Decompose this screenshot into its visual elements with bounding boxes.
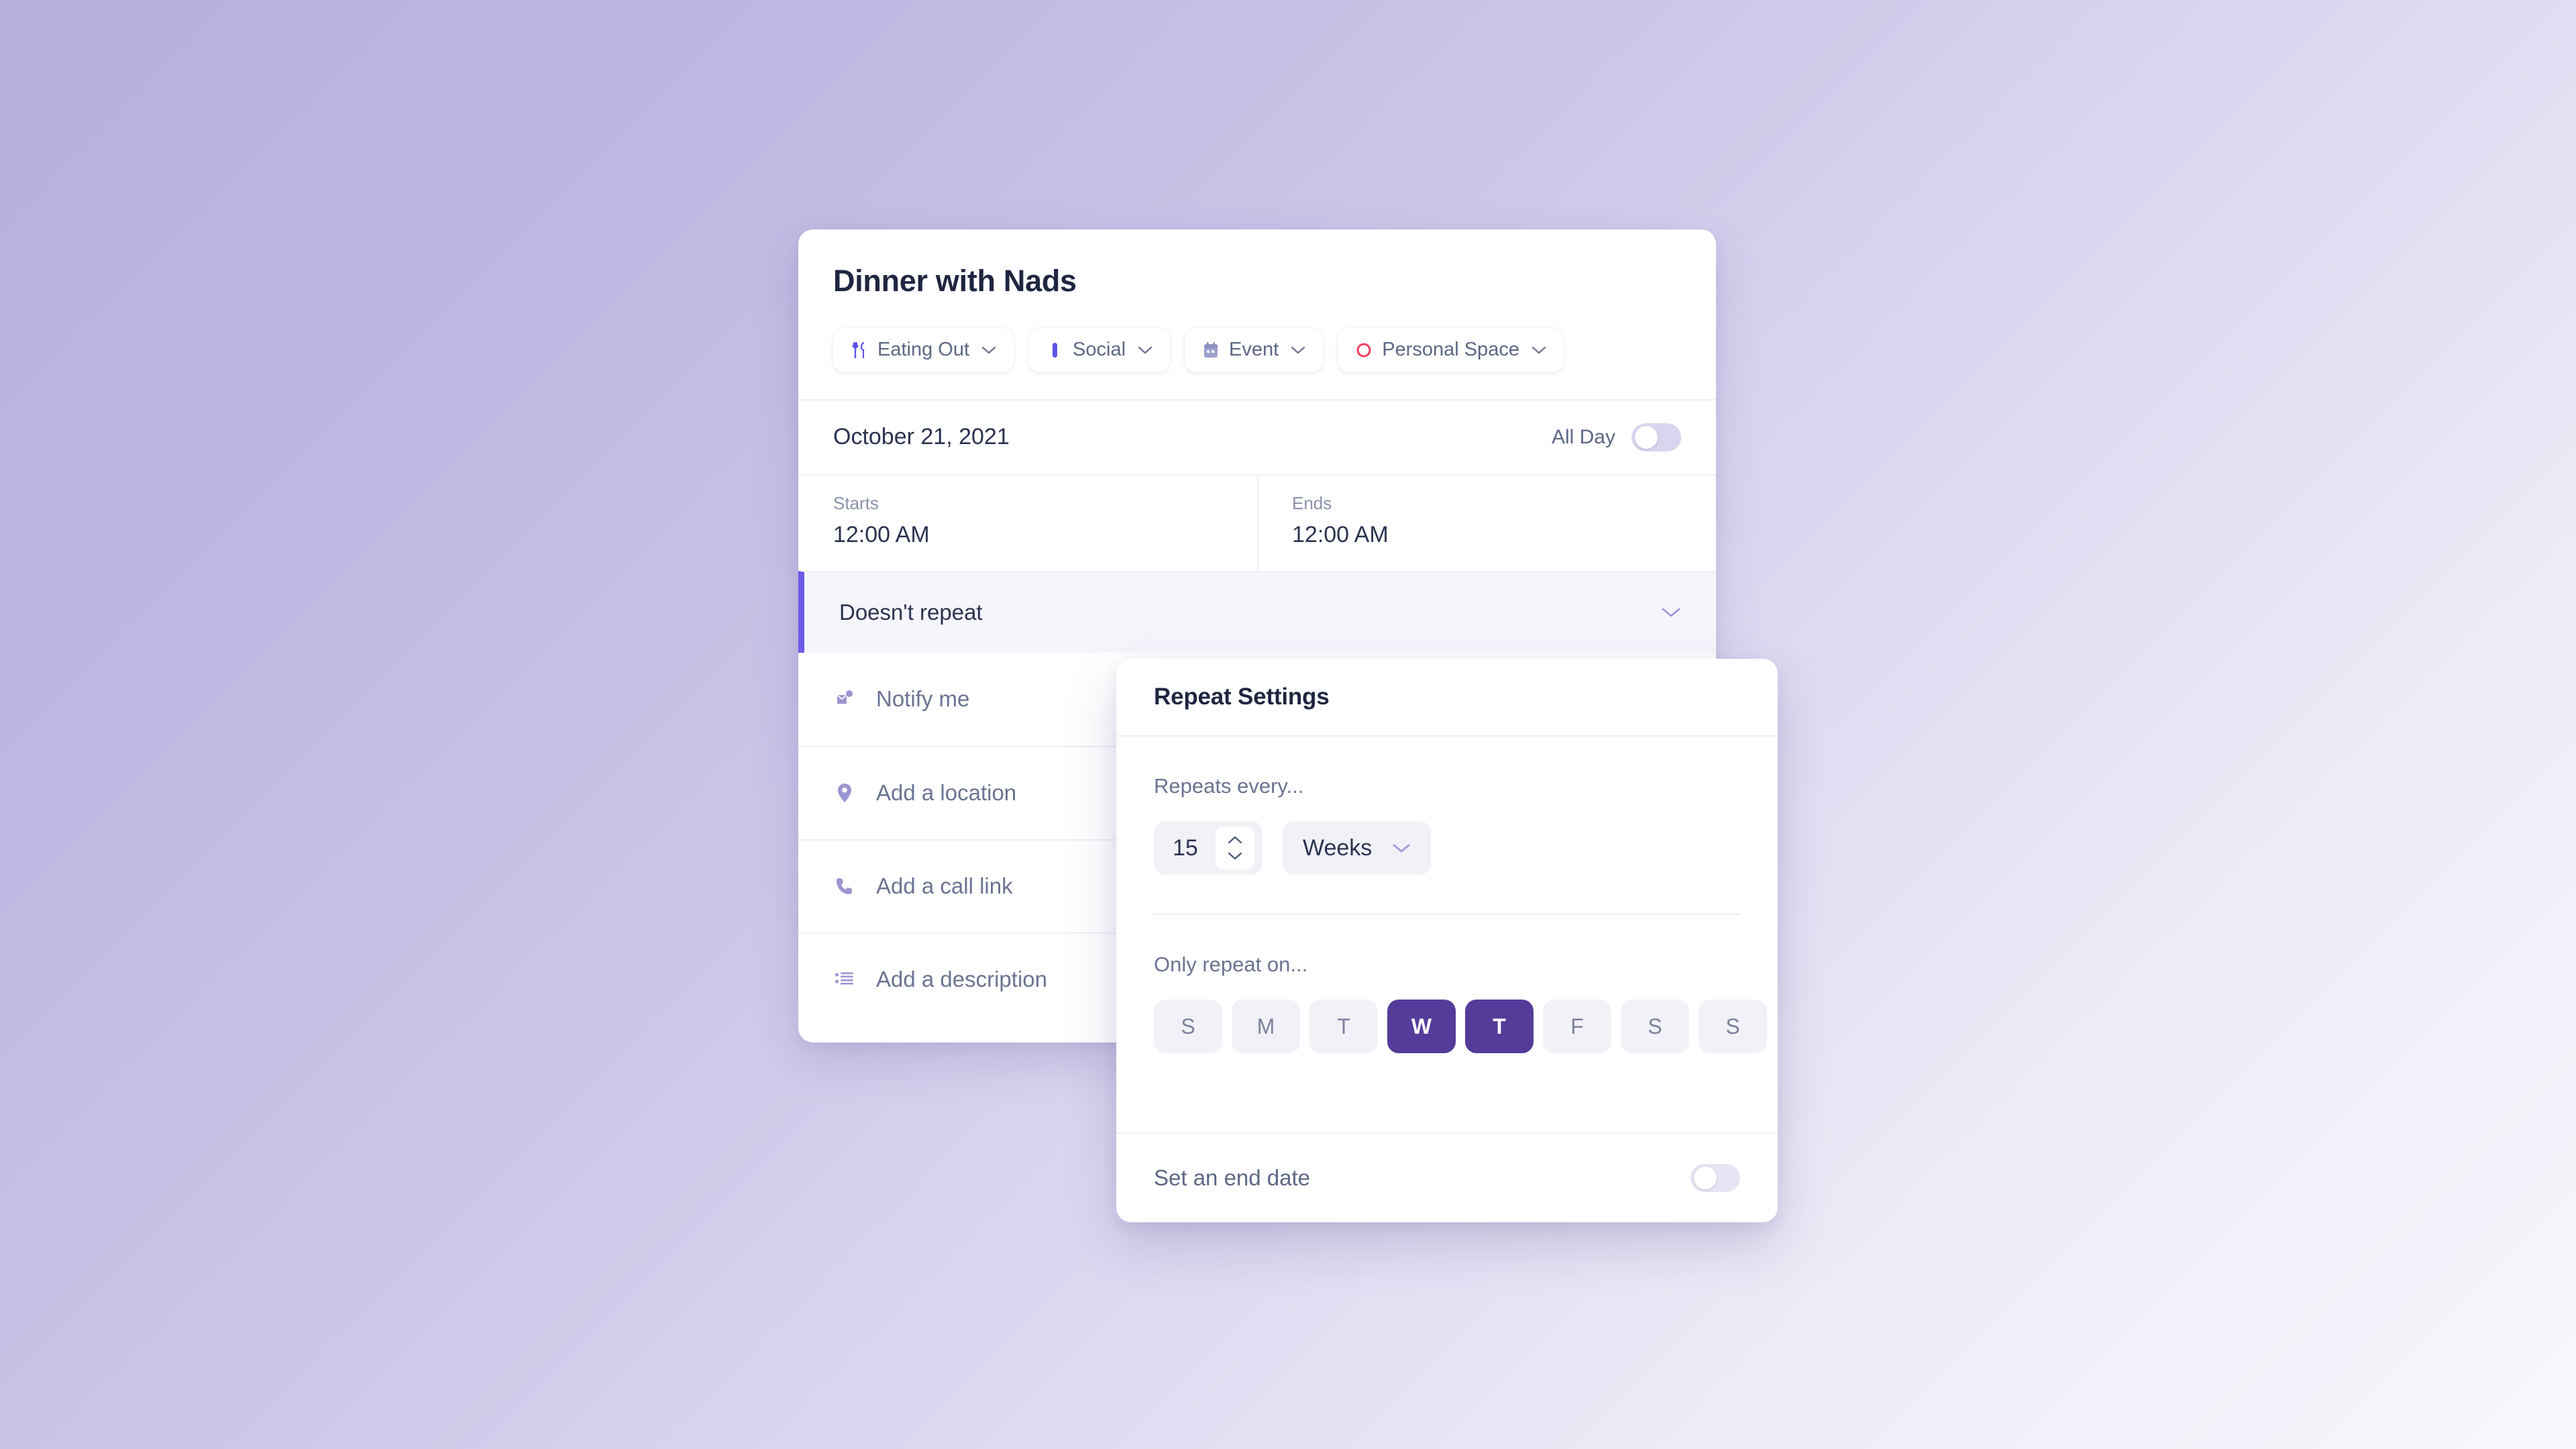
all-day-control: All Day xyxy=(1552,423,1681,451)
event-title: Dinner with Nads xyxy=(833,264,1077,298)
chip-eating-out[interactable]: Eating Out xyxy=(833,327,1014,372)
day-button-3[interactable]: W xyxy=(1387,1000,1456,1053)
popover-title: Repeat Settings xyxy=(1154,684,1330,710)
repeat-settings-popover: Repeat Settings Repeats every... 15 Week… xyxy=(1116,659,1778,1222)
date-row: October 21, 2021 All Day xyxy=(798,398,1716,474)
bell-notification-icon xyxy=(833,688,856,710)
list-icon xyxy=(833,968,856,991)
end-date-row: Set an end date xyxy=(1116,1132,1778,1222)
location-pin-icon xyxy=(833,782,856,804)
phone-icon xyxy=(833,875,856,898)
action-label: Add a location xyxy=(876,780,1017,805)
card-header: Dinner with Nads Eating Out Social Event… xyxy=(798,229,1716,399)
chip-social[interactable]: Social xyxy=(1028,327,1171,372)
event-date[interactable]: October 21, 2021 xyxy=(833,424,1010,450)
toggle-knob xyxy=(1635,425,1658,449)
day-button-7[interactable]: S xyxy=(1699,1000,1767,1053)
chip-label: Eating Out xyxy=(877,339,970,360)
day-of-week-selector: S M T W T F S S xyxy=(1154,1000,1767,1053)
repeat-row[interactable]: Doesn't repeat xyxy=(798,570,1716,653)
repeats-every-label: Repeats every... xyxy=(1154,774,1304,798)
day-button-6[interactable]: S xyxy=(1621,1000,1689,1053)
chevron-down-icon xyxy=(1228,852,1242,860)
section-divider xyxy=(1154,914,1740,915)
chevron-down-icon xyxy=(1532,345,1546,355)
ends-caption: Ends xyxy=(1292,492,1332,513)
chip-label: Event xyxy=(1229,339,1279,360)
end-date-label: Set an end date xyxy=(1154,1165,1311,1190)
action-label: Add a call link xyxy=(876,873,1013,898)
day-button-5[interactable]: F xyxy=(1543,1000,1611,1053)
chip-event[interactable]: Event xyxy=(1185,327,1324,372)
ends-field[interactable]: Ends 12:00 AM xyxy=(1257,475,1716,571)
unit-value: Weeks xyxy=(1303,835,1373,861)
chevron-down-icon[interactable] xyxy=(1661,606,1681,619)
all-day-label: All Day xyxy=(1551,425,1615,448)
chevron-down-icon xyxy=(981,345,996,355)
chevron-down-icon xyxy=(1392,843,1411,854)
category-chip-row: Eating Out Social Event Personal Space xyxy=(833,327,1681,372)
day-button-1[interactable]: M xyxy=(1232,1000,1300,1053)
action-label: Add a description xyxy=(876,967,1047,991)
day-button-2[interactable]: T xyxy=(1309,1000,1378,1053)
chip-label: Social xyxy=(1073,339,1126,360)
starts-caption: Starts xyxy=(833,492,879,513)
stepper-arrows[interactable] xyxy=(1216,826,1254,869)
interval-unit-select[interactable]: Weeks xyxy=(1283,821,1432,875)
chip-personal-space[interactable]: Personal Space xyxy=(1338,327,1564,372)
repeat-interval-controls: 15 Weeks xyxy=(1154,821,1740,875)
end-date-toggle[interactable] xyxy=(1690,1164,1740,1192)
chevron-down-icon xyxy=(1138,345,1152,355)
action-label: Notify me xyxy=(876,686,970,711)
all-day-toggle[interactable] xyxy=(1631,423,1681,451)
chevron-up-icon xyxy=(1228,836,1242,844)
chevron-down-icon xyxy=(1291,345,1305,355)
only-repeat-on-label: Only repeat on... xyxy=(1154,953,1308,976)
toggle-knob xyxy=(1694,1167,1717,1189)
interval-value: 15 xyxy=(1173,835,1198,861)
bookmark-icon xyxy=(1046,340,1063,360)
starts-value: 12:00 AM xyxy=(833,521,930,547)
times-row: Starts 12:00 AM Ends 12:00 AM xyxy=(798,474,1716,571)
cutlery-icon xyxy=(851,340,868,360)
circle-outline-icon xyxy=(1355,340,1373,360)
repeat-label: Doesn't repeat xyxy=(839,599,983,625)
popover-body: Repeats every... 15 Weeks Only repeat on… xyxy=(1116,774,1778,1053)
day-button-0[interactable]: S xyxy=(1154,1000,1222,1053)
chip-label: Personal Space xyxy=(1382,339,1519,360)
interval-stepper[interactable]: 15 xyxy=(1154,821,1263,875)
starts-field[interactable]: Starts 12:00 AM xyxy=(798,476,1257,571)
ends-value: 12:00 AM xyxy=(1292,521,1389,547)
popover-header: Repeat Settings xyxy=(1116,659,1778,737)
day-button-4[interactable]: T xyxy=(1465,1000,1534,1053)
calendar-icon xyxy=(1202,340,1220,360)
